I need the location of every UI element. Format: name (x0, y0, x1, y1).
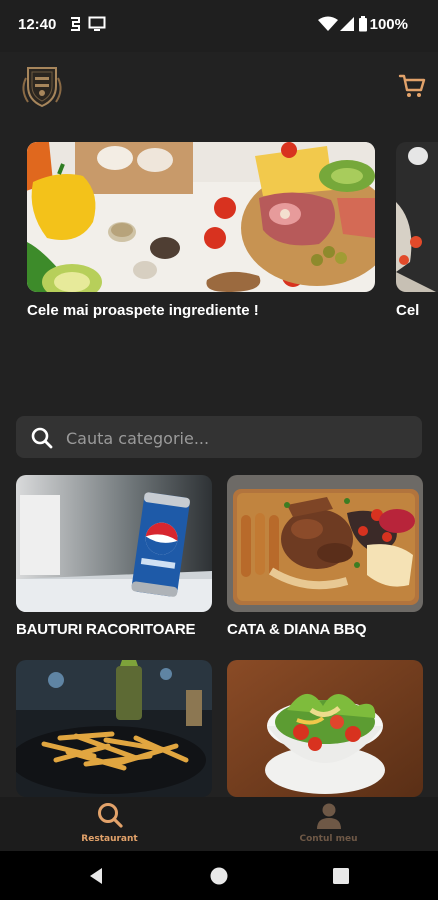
restaurant-logo-icon[interactable] (18, 60, 66, 110)
category-card[interactable] (227, 660, 423, 806)
bbq-platter-image (227, 475, 423, 612)
screen-cast-icon (88, 16, 106, 31)
search-icon (31, 427, 53, 449)
category-card[interactable]: CATA & DIANA BBQ (227, 475, 423, 638)
system-navigation-bar (0, 851, 438, 900)
fresh-ingredients-image (27, 142, 375, 292)
salad-image (227, 660, 423, 797)
nav-label: Restaurant (81, 834, 138, 844)
app-header (0, 52, 438, 122)
shopping-cart-icon[interactable] (398, 72, 426, 100)
category-label: BAUTURI RACORITOARE (16, 621, 196, 638)
search-icon (98, 803, 123, 828)
battery-icon (359, 16, 367, 32)
status-time: 12:40 (18, 16, 57, 33)
carousel-slide[interactable]: Cele mai proaspete ingrediente ! (27, 142, 375, 319)
food-image (396, 142, 438, 292)
search-input[interactable] (64, 422, 408, 454)
home-icon[interactable] (209, 866, 229, 886)
battery-percentage: 100% (369, 16, 408, 33)
user-icon (317, 803, 341, 829)
wifi-icon (318, 16, 338, 31)
slide-caption: Cele mai proaspete ingrediente ! (27, 302, 259, 319)
fries-image (16, 660, 212, 797)
nav-item-restaurant[interactable]: Restaurant (0, 797, 219, 851)
carousel-slide[interactable]: Cel (396, 142, 438, 319)
sync-icon (71, 17, 80, 31)
bottom-navigation: Restaurant Contul meu (0, 797, 438, 851)
status-bar: 12:40 100% (0, 0, 438, 52)
slide-caption: Cel (396, 302, 420, 319)
back-icon[interactable] (88, 867, 104, 885)
category-search-bar[interactable] (16, 416, 422, 458)
signal-icon (340, 17, 354, 31)
nav-item-account[interactable]: Contul meu (219, 797, 438, 851)
recents-icon[interactable] (333, 868, 349, 884)
category-card[interactable] (16, 660, 212, 806)
soft-drinks-image (16, 475, 212, 612)
category-card[interactable]: BAUTURI RACORITOARE (16, 475, 212, 638)
category-label: CATA & DIANA BBQ (227, 621, 367, 638)
promo-carousel[interactable]: Cele mai proaspete ingrediente ! Cel (0, 142, 438, 342)
nav-label: Contul meu (299, 834, 358, 844)
